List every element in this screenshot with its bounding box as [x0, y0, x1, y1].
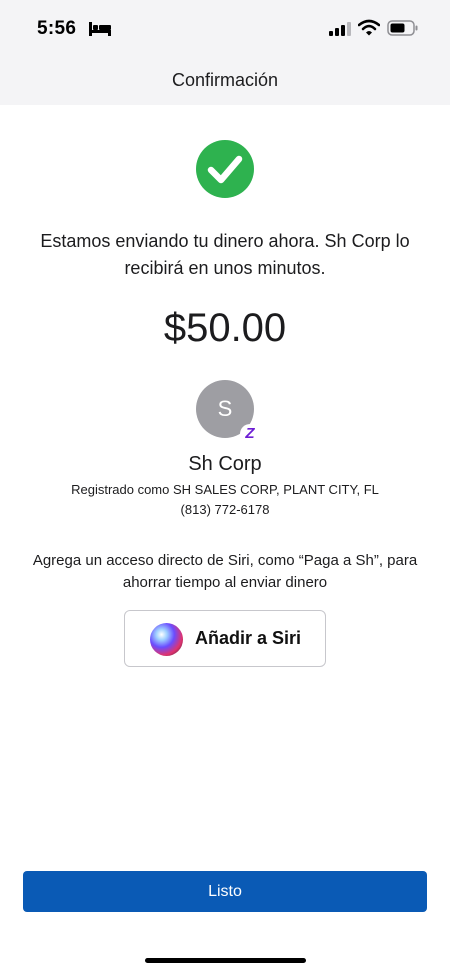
done-button[interactable]: Listo — [23, 871, 427, 912]
check-icon — [196, 140, 254, 198]
bed-icon — [89, 22, 111, 36]
recipient-phone: (813) 772-6178 — [180, 502, 270, 517]
add-to-siri-label: Añadir a Siri — [195, 628, 302, 648]
wifi-icon — [358, 19, 380, 36]
zelle-badge-letter: Z — [245, 425, 255, 442]
nav-bar: Confirmación — [0, 58, 450, 105]
signal-icon — [329, 22, 351, 36]
siri-prompt: Agrega un acceso directo de Siri, como “… — [32, 552, 418, 591]
battery-icon — [387, 20, 418, 36]
status-bar: 5:56 — [0, 0, 450, 58]
confirmation-message: Estamos enviando tu dinero ahora. Sh Cor… — [40, 231, 410, 278]
siri-icon — [150, 623, 183, 656]
amount: $50.00 — [163, 306, 287, 350]
recipient-name: Sh Corp — [188, 453, 262, 475]
page-title: Confirmación — [171, 70, 279, 90]
home-indicator — [145, 958, 306, 963]
zelle-icon: Z — [240, 424, 260, 444]
status-time: 5:56 — [37, 18, 77, 39]
add-to-siri-button[interactable]: Añadir a Siri — [124, 610, 326, 667]
registered-as: Registrado como SH SALES CORP, PLANT CIT… — [71, 482, 379, 497]
